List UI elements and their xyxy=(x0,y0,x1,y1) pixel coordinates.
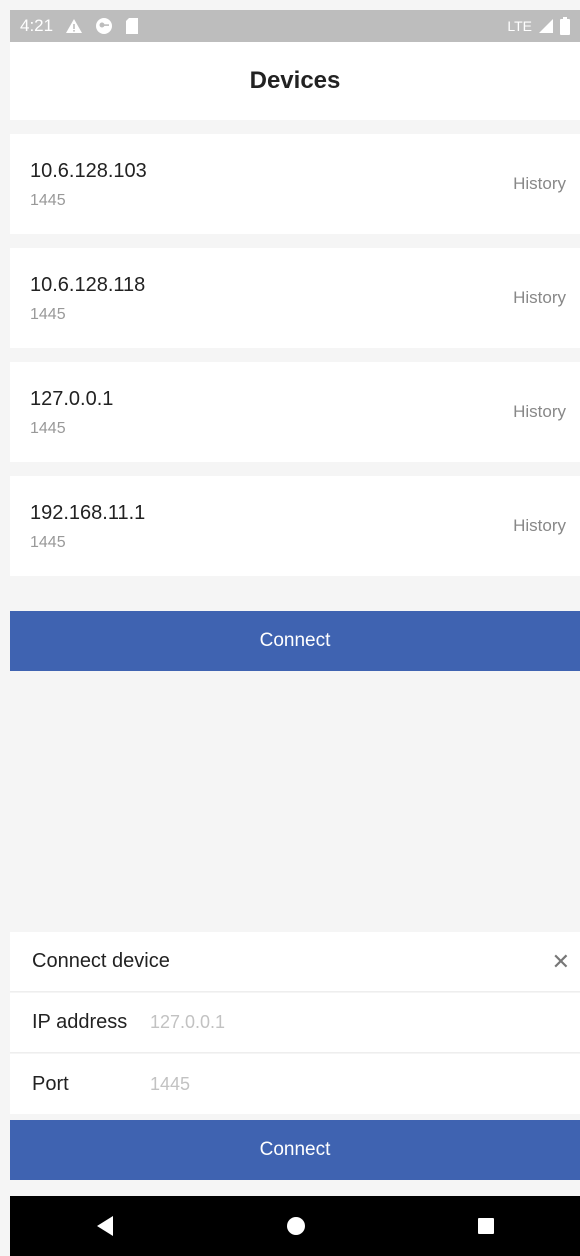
close-icon[interactable]: ✕ xyxy=(552,949,570,975)
device-item[interactable]: 127.0.0.1 1445 History xyxy=(10,362,580,462)
device-ip: 10.6.128.118 xyxy=(30,274,146,296)
connect-panel-header: Connect device ✕ xyxy=(10,932,580,992)
sd-card-icon xyxy=(125,17,139,35)
port-row[interactable]: Port 1445 xyxy=(10,1054,580,1114)
connect-button[interactable]: Connect xyxy=(10,611,580,671)
device-port: 1445 xyxy=(30,306,66,323)
signal-icon xyxy=(538,18,554,34)
vpn-key-icon xyxy=(95,17,113,35)
status-bar: 4:21 LTE xyxy=(10,10,580,42)
app-header: Devices xyxy=(10,42,580,120)
history-link[interactable]: History xyxy=(513,174,566,194)
home-circle-icon[interactable] xyxy=(286,1216,306,1236)
device-ip: 127.0.0.1 xyxy=(30,388,114,410)
device-item[interactable]: 10.6.128.118 1445 History xyxy=(10,248,580,348)
system-nav-bar xyxy=(10,1196,580,1256)
device-port: 1445 xyxy=(30,192,66,209)
device-ip: 192.168.11.1 xyxy=(30,502,146,524)
ip-address-row[interactable]: IP address 127.0.0.1 xyxy=(10,993,580,1053)
network-type-label: LTE xyxy=(507,18,532,34)
ip-address-input[interactable]: 127.0.0.1 xyxy=(150,1012,225,1033)
back-triangle-icon[interactable] xyxy=(95,1215,115,1237)
history-link[interactable]: History xyxy=(513,402,566,422)
battery-icon xyxy=(560,17,570,35)
device-ip: 10.6.128.103 xyxy=(30,160,147,182)
ip-address-label: IP address xyxy=(32,1011,128,1033)
port-input[interactable]: 1445 xyxy=(150,1074,190,1095)
history-link[interactable]: History xyxy=(513,288,566,308)
warning-icon xyxy=(65,18,83,34)
device-item[interactable]: 10.6.128.103 1445 History xyxy=(10,134,580,234)
port-label: Port xyxy=(32,1072,69,1095)
device-port: 1445 xyxy=(30,420,66,437)
page-title: Devices xyxy=(249,67,341,94)
device-port: 1445 xyxy=(30,534,66,551)
device-item[interactable]: 192.168.11.1 1445 History xyxy=(10,476,580,576)
history-link[interactable]: History xyxy=(513,516,566,536)
connect-panel-title: Connect device xyxy=(32,950,170,972)
status-time: 4:21 xyxy=(20,16,54,35)
recents-square-icon[interactable] xyxy=(477,1217,495,1235)
connect-submit-button[interactable]: Connect xyxy=(10,1120,580,1180)
